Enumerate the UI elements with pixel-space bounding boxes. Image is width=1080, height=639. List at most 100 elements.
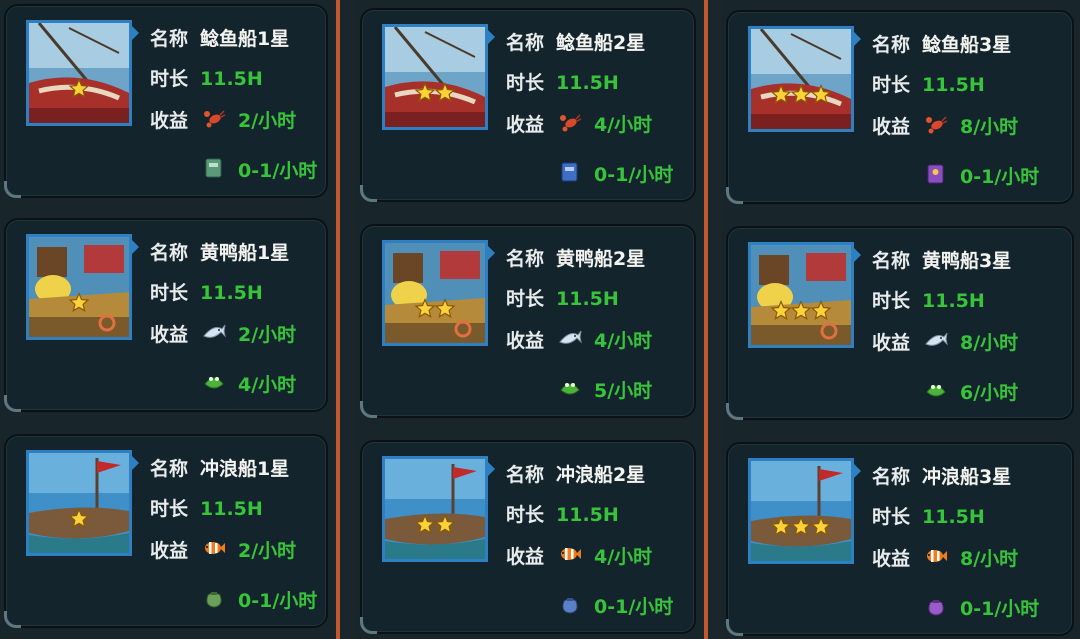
sardine-icon [924, 328, 948, 352]
duration-value: 11.5H [556, 288, 619, 310]
name-row: 名称 鲶鱼船1星 [150, 24, 289, 51]
name-label: 名称 [150, 242, 189, 264]
ship-name: 鲶鱼船2星 [556, 32, 646, 54]
income-row: 收益 [872, 112, 910, 139]
green-frog-icon [202, 370, 226, 394]
clownfish-icon [202, 536, 226, 560]
name-row: 名称 冲浪船2星 [506, 460, 645, 487]
lobster-icon [924, 112, 948, 136]
income-secondary-value: 0-1/小时 [594, 164, 674, 186]
name-row: 名称 黄鸭船2星 [506, 244, 645, 271]
ship-card[interactable]: 名称 冲浪船2星 时长 11.5H 收益 4/小时 0-1/小时 [360, 440, 696, 634]
income-row: 收益 [150, 106, 188, 133]
ship-card[interactable]: 名称 冲浪船3星 时长 11.5H 收益 8/小时 0-1/小时 [726, 442, 1074, 636]
lobster-icon [558, 110, 582, 134]
portrait-pointer [854, 248, 861, 262]
card-corner-decoration [4, 395, 21, 412]
duration-row: 时长 11.5H [150, 278, 263, 305]
income-primary-value: 4/小时 [594, 546, 653, 568]
card-corner-decoration [4, 181, 21, 198]
duration-label: 时长 [506, 504, 545, 526]
income-primary-value: 2/小时 [238, 324, 297, 346]
ship-card[interactable]: 名称 冲浪船1星 时长 11.5H 收益 2/小时 0-1/小时 [4, 434, 328, 628]
name-label: 名称 [872, 466, 911, 488]
card-corner-decoration [726, 187, 743, 204]
portrait-pointer [132, 456, 139, 470]
ship-portrait [748, 26, 854, 132]
ship-card[interactable]: 名称 黄鸭船1星 时长 11.5H 收益 2/小时 4/小时 [4, 218, 328, 412]
name-row: 名称 鲶鱼船2星 [506, 28, 645, 55]
income-label: 收益 [506, 546, 545, 568]
column-divider [704, 0, 708, 639]
ship-card[interactable]: 名称 鲶鱼船3星 时长 11.5H 收益 8/小时 0-1/小时 [726, 10, 1074, 204]
duration-label: 时长 [506, 72, 545, 94]
income-primary-value: 8/小时 [960, 548, 1019, 570]
duration-value: 11.5H [200, 498, 263, 520]
blue-book-icon [558, 160, 582, 184]
ship-name: 鲶鱼船3星 [922, 34, 1012, 56]
ship-column: 名称 鲶鱼船3星 时长 11.5H 收益 8/小时 0-1/小时 名称 黄鸭船3星 时长 11.5H… [722, 0, 1080, 639]
column-divider [336, 0, 340, 639]
ship-portrait [26, 234, 132, 340]
duration-row: 时长 11.5H [150, 64, 263, 91]
card-corner-decoration [360, 617, 377, 634]
income-row: 收益 [150, 536, 188, 563]
income-row: 收益 [150, 320, 188, 347]
income-label: 收益 [150, 540, 189, 562]
ship-name: 黄鸭船2星 [556, 248, 646, 270]
income-secondary-value: 0-1/小时 [960, 166, 1040, 188]
ship-card[interactable]: 名称 黄鸭船2星 时长 11.5H 收益 4/小时 5/小时 [360, 224, 696, 418]
duration-row: 时长 11.5H [150, 494, 263, 521]
duration-value: 11.5H [922, 290, 985, 312]
portrait-pointer [132, 26, 139, 40]
portrait-pointer [488, 30, 495, 44]
name-label: 名称 [872, 34, 911, 56]
green-frog-icon [558, 376, 582, 400]
portrait-pointer [488, 246, 495, 260]
ship-portrait [26, 450, 132, 556]
ship-card[interactable]: 名称 黄鸭船3星 时长 11.5H 收益 8/小时 6/小时 [726, 226, 1074, 420]
duration-label: 时长 [872, 74, 911, 96]
name-label: 名称 [506, 464, 545, 486]
name-label: 名称 [150, 28, 189, 50]
duration-value: 11.5H [556, 72, 619, 94]
ship-name: 冲浪船3星 [922, 466, 1012, 488]
income-label: 收益 [506, 114, 545, 136]
ship-card[interactable]: 名称 鲶鱼船1星 时长 11.5H 收益 2/小时 0-1/小时 [4, 4, 328, 198]
income-primary-value: 2/小时 [238, 540, 297, 562]
income-row: 收益 [872, 544, 910, 571]
duration-value: 11.5H [922, 506, 985, 528]
card-corner-decoration [4, 611, 21, 628]
duration-row: 时长 11.5H [506, 284, 619, 311]
duration-label: 时长 [150, 498, 189, 520]
blue-pouch-icon [558, 592, 582, 616]
ship-name: 冲浪船1星 [200, 458, 290, 480]
ship-portrait [748, 242, 854, 348]
income-label: 收益 [872, 548, 911, 570]
duration-row: 时长 11.5H [872, 286, 985, 313]
income-label: 收益 [872, 116, 911, 138]
ship-column: 名称 鲶鱼船1星 时长 11.5H 收益 2/小时 0-1/小时 名称 黄鸭船1星 时长 11.5H… [0, 0, 334, 639]
green-book-icon [202, 156, 226, 180]
income-secondary-value: 4/小时 [238, 374, 297, 396]
ship-card[interactable]: 名称 鲶鱼船2星 时长 11.5H 收益 4/小时 0-1/小时 [360, 8, 696, 202]
income-secondary-value: 5/小时 [594, 380, 653, 402]
income-secondary-value: 0-1/小时 [594, 596, 674, 618]
name-row: 名称 黄鸭船1星 [150, 238, 289, 265]
card-corner-decoration [360, 401, 377, 418]
income-secondary-value: 0-1/小时 [238, 160, 318, 182]
duration-value: 11.5H [922, 74, 985, 96]
duration-label: 时长 [150, 282, 189, 304]
income-secondary-value: 6/小时 [960, 382, 1019, 404]
income-label: 收益 [150, 324, 189, 346]
green-frog-icon [924, 378, 948, 402]
duration-row: 时长 11.5H [872, 70, 985, 97]
sardine-icon [558, 326, 582, 350]
income-row: 收益 [506, 542, 544, 569]
ship-portrait [748, 458, 854, 564]
card-corner-decoration [726, 619, 743, 636]
income-label: 收益 [872, 332, 911, 354]
ship-name: 鲶鱼船1星 [200, 28, 290, 50]
ship-portrait [382, 456, 488, 562]
portrait-pointer [854, 32, 861, 46]
